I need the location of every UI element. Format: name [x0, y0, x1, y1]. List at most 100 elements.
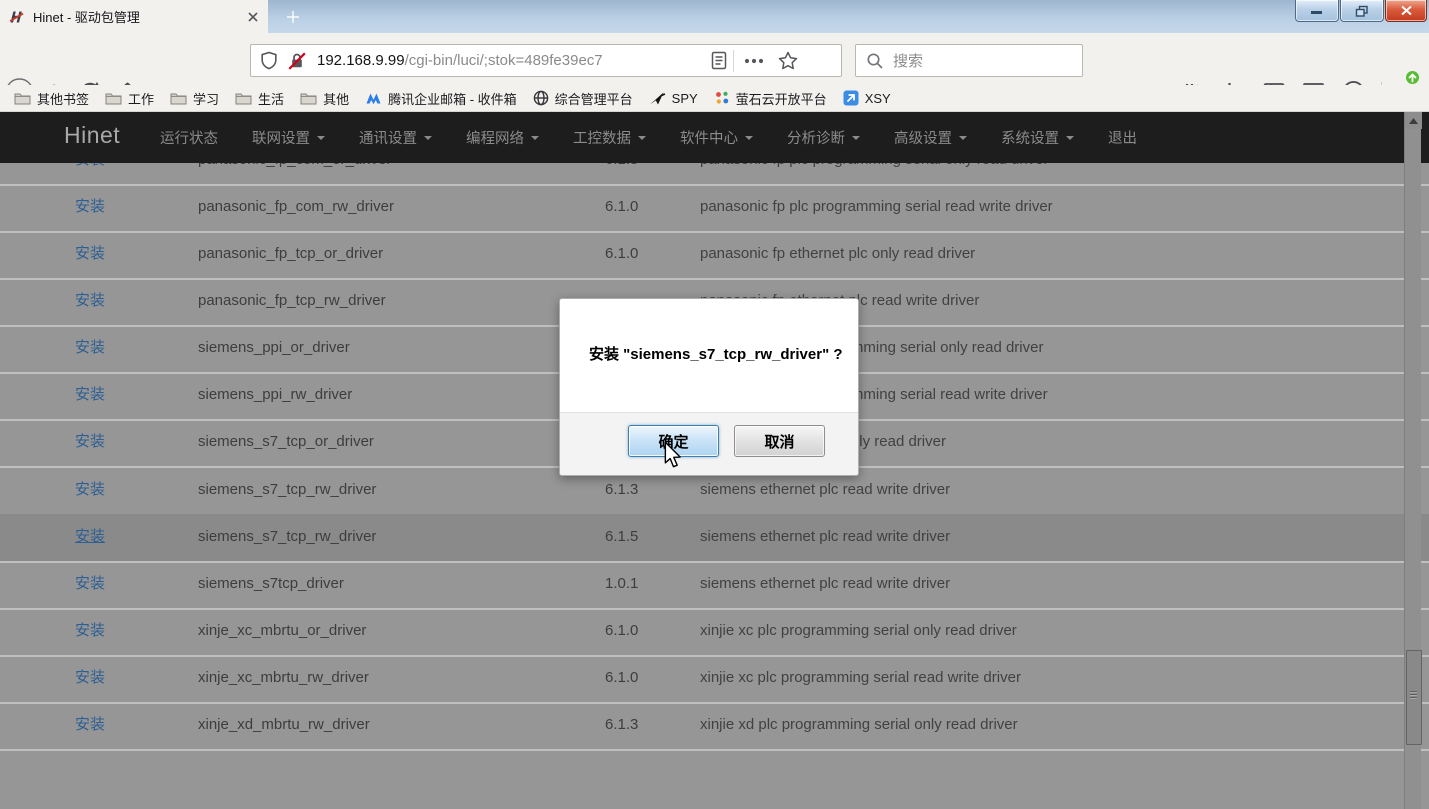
close-button[interactable] — [1385, 0, 1427, 22]
install-link[interactable]: 安装 — [75, 702, 105, 747]
bookmark-item[interactable]: 综合管理平台 — [525, 87, 641, 109]
driver-name: xinje_xc_mbrtu_rw_driver — [198, 655, 369, 700]
nav-item-5[interactable]: 软件中心 — [680, 127, 753, 148]
driver-name: panasonic_fp_tcp_rw_driver — [198, 278, 386, 323]
bookmark-star-icon[interactable] — [778, 51, 798, 70]
install-link[interactable]: 安装 — [75, 184, 105, 229]
driver-name: panasonic_fp_com_rw_driver — [198, 184, 394, 229]
url-bar[interactable]: 192.168.9.99/cgi-bin/luci/;stok=489fe39e… — [250, 44, 842, 77]
nav-item-1[interactable]: 联网设置 — [252, 127, 325, 148]
tracking-protection-shield-icon[interactable] — [260, 51, 278, 70]
bookmark-label: 工作 — [128, 89, 154, 108]
navigation-toolbar: 192.168.9.99/cgi-bin/luci/;stok=489fe39e… — [0, 33, 1429, 85]
chevron-down-icon — [531, 136, 539, 140]
install-link[interactable]: 安装 — [75, 608, 105, 653]
nav-item-label: 退出 — [1108, 127, 1137, 148]
titlebar: Hinet - 驱动包管理 — [0, 0, 1429, 33]
tab-title: Hinet - 驱动包管理 — [33, 7, 239, 26]
driver-version: 6.1.0 — [605, 608, 638, 653]
nav-item-9[interactable]: 退出 — [1108, 127, 1137, 148]
bookmark-item[interactable]: 其他 — [292, 87, 357, 109]
bookmark-label: 综合管理平台 — [555, 89, 633, 108]
nav-item-4[interactable]: 工控数据 — [573, 127, 646, 148]
tab-close-icon[interactable] — [247, 11, 259, 23]
install-link[interactable]: 安装 — [75, 419, 105, 464]
nav-item-0[interactable]: 运行状态 — [160, 127, 218, 148]
driver-version: 6.1.0 — [605, 231, 638, 276]
nav-item-2[interactable]: 通讯设置 — [359, 127, 432, 148]
install-link[interactable]: 安装 — [75, 231, 105, 276]
dialog-message: 安装 "siemens_s7_tcp_rw_driver" ? — [589, 343, 843, 364]
chevron-down-icon — [959, 136, 967, 140]
cancel-button[interactable]: 取消 — [734, 425, 825, 457]
nav-item-8[interactable]: 系统设置 — [1001, 127, 1074, 148]
mouse-cursor — [663, 441, 683, 469]
nav-item-label: 系统设置 — [1001, 127, 1059, 148]
install-link[interactable]: 安装 — [75, 655, 105, 700]
nav-item-7[interactable]: 高级设置 — [894, 127, 967, 148]
page-actions-icon[interactable] — [744, 58, 764, 64]
driver-description: xinjie xc plc programming serial only re… — [700, 608, 1017, 653]
nav-item-label: 工控数据 — [573, 127, 631, 148]
bookmark-label: 其他 — [323, 89, 349, 108]
table-row: 安装 siemens_s7_tcp_rw_driver 6.1.5 siemens e… — [0, 514, 1429, 563]
bookmark-label: SPY — [672, 91, 698, 106]
driver-name: siemens_s7_tcp_rw_driver — [198, 514, 376, 559]
nav-item-label: 高级设置 — [894, 127, 952, 148]
insecure-lock-icon[interactable] — [287, 51, 307, 71]
install-link[interactable]: 安装 — [75, 372, 105, 417]
site-brand: Hinet — [64, 122, 120, 149]
urlbar-divider — [733, 50, 734, 72]
bookmark-item[interactable]: SPY — [641, 87, 706, 109]
table-row: 安装xinje_xd_mbrtu_rw_driver6.1.3xinjie xd… — [0, 702, 1429, 751]
nav-item-label: 编程网络 — [466, 127, 524, 148]
table-row: 安装panasonic_fp_com_rw_driver6.1.0panason… — [0, 184, 1429, 233]
reader-mode-icon[interactable] — [711, 51, 727, 70]
bookmark-item[interactable]: 腾讯企业邮箱 - 收件箱 — [357, 87, 525, 109]
chevron-down-icon — [1066, 136, 1074, 140]
driver-description: panasonic fp plc programming serial read… — [700, 184, 1053, 229]
new-tab-button[interactable] — [278, 3, 308, 30]
driver-name: siemens_ppi_or_driver — [198, 325, 350, 370]
driver-description: siemens ethernet plc read write driver — [700, 514, 950, 559]
page-scrollbar[interactable] — [1404, 112, 1421, 809]
install-link[interactable]: 安装 — [75, 561, 105, 606]
driver-name: siemens_s7_tcp_rw_driver — [198, 467, 376, 512]
driver-version: 6.1.5 — [605, 514, 638, 559]
bookmark-item[interactable]: 萤石云开放平台 — [706, 87, 835, 109]
scrollbar-up-arrow-icon[interactable] — [1405, 112, 1422, 129]
bookmark-item[interactable]: 学习 — [162, 87, 227, 109]
install-link[interactable]: 安装 — [75, 325, 105, 370]
scrollbar-thumb[interactable] — [1406, 650, 1422, 745]
tencent-mail-icon — [365, 91, 382, 106]
nav-item-label: 软件中心 — [680, 127, 738, 148]
install-link[interactable]: 安装 — [75, 467, 105, 512]
driver-version: 1.0.1 — [605, 561, 638, 606]
restore-button[interactable] — [1340, 0, 1384, 22]
bookmark-label: XSY — [865, 91, 891, 106]
table-row: 安装panasonic_fp_tcp_or_driver6.1.0panason… — [0, 231, 1429, 280]
driver-version: 6.1.0 — [605, 655, 638, 700]
driver-description: xinjie xc plc programming serial read wr… — [700, 655, 1021, 700]
folder-icon — [105, 91, 122, 105]
globe-icon — [533, 90, 549, 106]
bookmark-label: 学习 — [193, 89, 219, 108]
search-input[interactable]: 搜索 — [855, 44, 1083, 77]
bookmark-label: 生活 — [258, 89, 284, 108]
spy-icon — [649, 91, 666, 106]
install-link[interactable]: 安装 — [75, 514, 105, 559]
bookmark-item[interactable]: 其他书签 — [6, 87, 97, 109]
minimize-button[interactable] — [1295, 0, 1339, 22]
browser-tab[interactable]: Hinet - 驱动包管理 — [0, 0, 268, 33]
driver-name: panasonic_fp_tcp_or_driver — [198, 231, 383, 276]
bookmark-item[interactable]: XSY — [835, 87, 899, 109]
bookmark-item[interactable]: 生活 — [227, 87, 292, 109]
bookmark-label: 其他书签 — [37, 89, 89, 108]
install-link[interactable]: 安装 — [75, 278, 105, 323]
nav-item-6[interactable]: 分析诊断 — [787, 127, 860, 148]
search-icon — [866, 52, 884, 70]
folder-icon — [170, 91, 187, 105]
bookmark-item[interactable]: 工作 — [97, 87, 162, 109]
nav-item-3[interactable]: 编程网络 — [466, 127, 539, 148]
update-available-badge-icon[interactable] — [1404, 69, 1421, 86]
